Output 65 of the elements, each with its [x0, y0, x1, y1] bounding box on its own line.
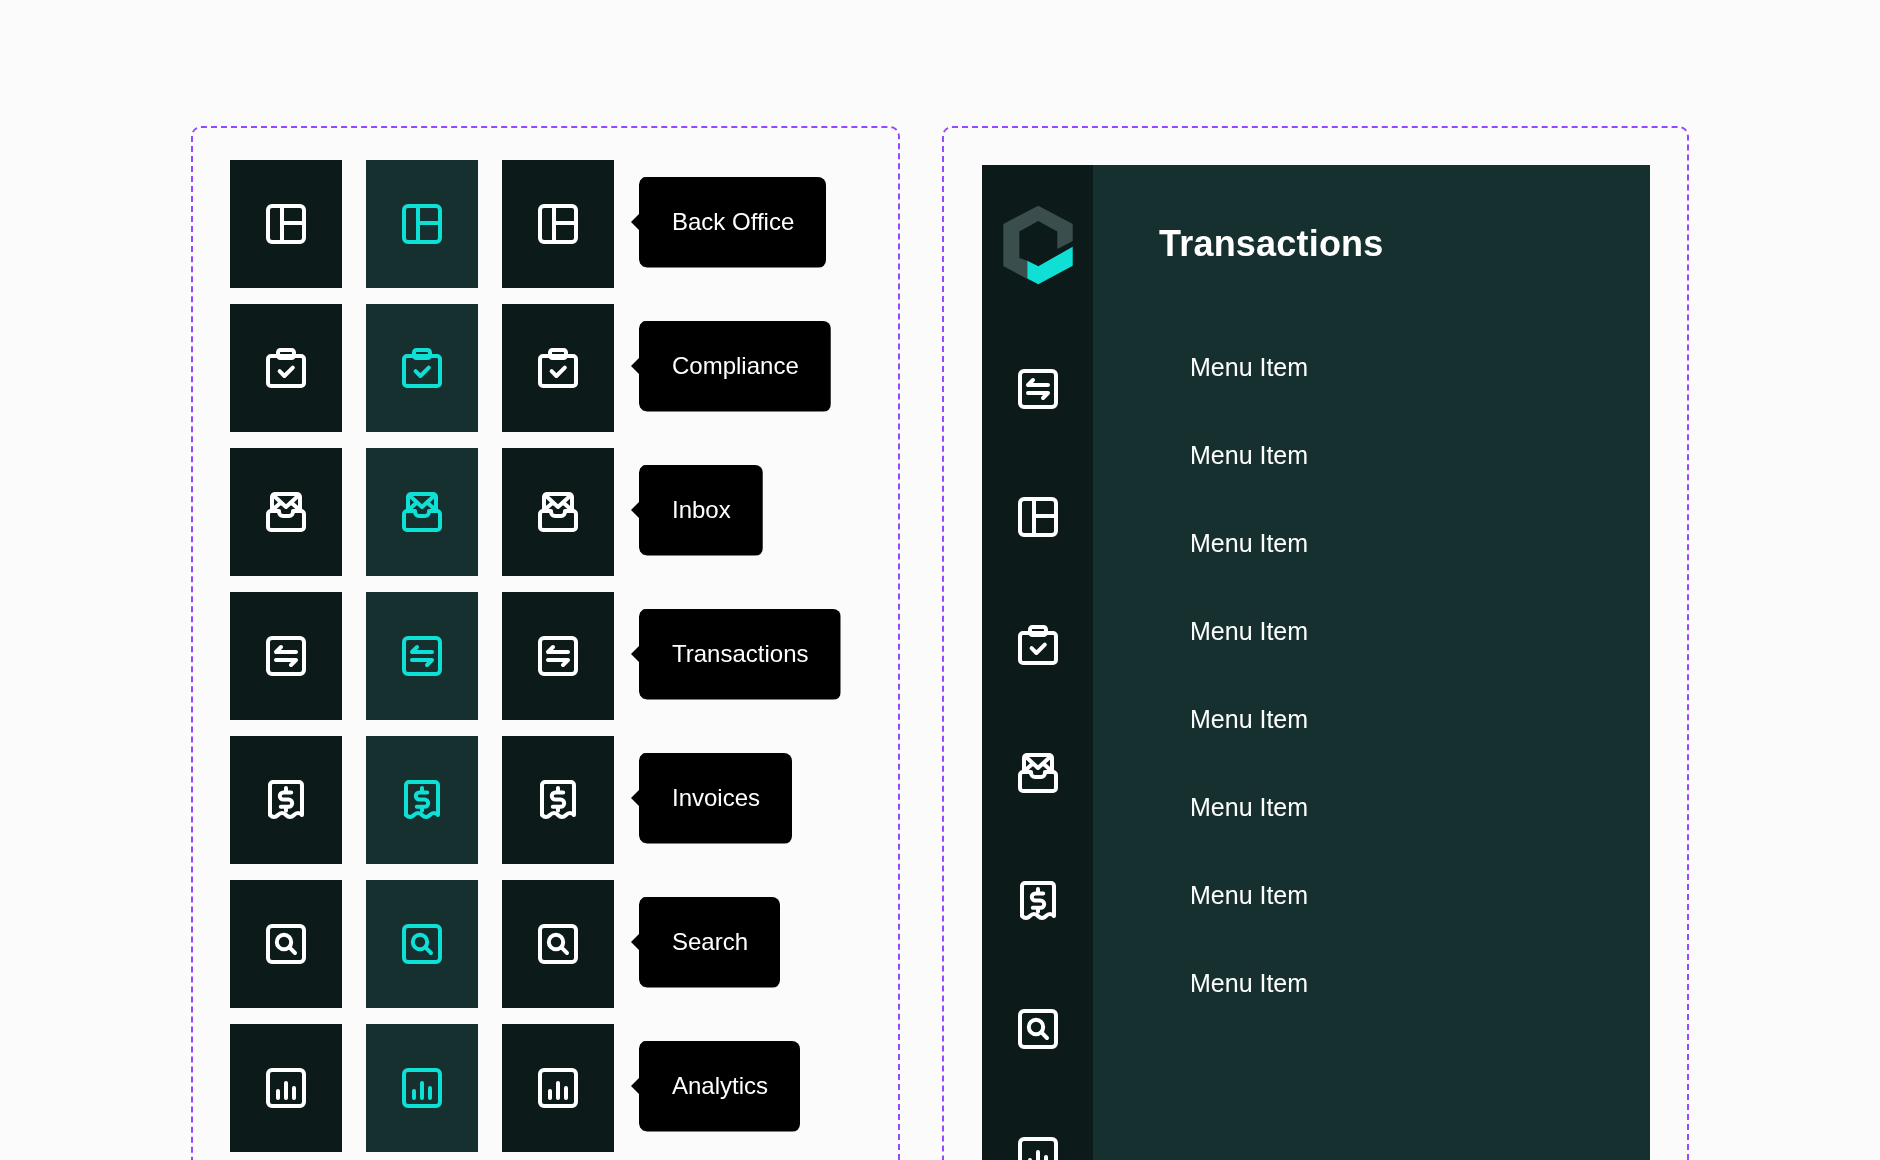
envelope-tray-icon	[402, 492, 442, 532]
tooltip: Transactions	[631, 608, 841, 700]
nav-button[interactable]	[502, 448, 614, 576]
nav-button[interactable]	[502, 160, 614, 288]
clipboard-check-icon	[402, 348, 442, 388]
nav-button[interactable]	[230, 448, 342, 576]
nav-button[interactable]	[502, 592, 614, 720]
clipboard-check-icon	[266, 348, 306, 388]
nav-button[interactable]	[366, 448, 478, 576]
clipboard-check-icon	[538, 348, 578, 388]
menu-item[interactable]: Menu Item	[1190, 880, 1309, 910]
menu-item[interactable]: Menu Item	[1190, 704, 1309, 734]
nav-button[interactable]	[230, 736, 342, 864]
swap-arrows-icon[interactable]	[1017, 369, 1058, 409]
menu-item[interactable]: Menu Item	[1190, 352, 1309, 382]
tooltip: Analytics	[631, 1040, 801, 1132]
envelope-tray-icon	[266, 492, 306, 532]
search-icon	[538, 924, 578, 964]
tooltip: Inbox	[631, 464, 763, 556]
search-icon	[266, 924, 306, 964]
nav-button[interactable]	[230, 592, 342, 720]
nav-button[interactable]	[502, 1024, 614, 1152]
nav-button[interactable]	[230, 1024, 342, 1152]
nav-button[interactable]	[366, 736, 478, 864]
bar-chart-icon	[266, 1068, 306, 1108]
layout-icon	[402, 204, 442, 244]
tooltip: Compliance	[631, 320, 831, 412]
menu-item[interactable]: Menu Item	[1190, 440, 1309, 470]
envelope-tray-icon	[538, 492, 578, 532]
dollar-receipt-icon	[538, 780, 578, 820]
nav-button[interactable]	[366, 1024, 478, 1152]
nav-button[interactable]	[366, 592, 478, 720]
clipboard-check-icon[interactable]	[1017, 625, 1058, 665]
bar-chart-icon	[402, 1068, 442, 1108]
envelope-tray-icon[interactable]	[1017, 753, 1058, 793]
nav-button[interactable]	[366, 160, 478, 288]
bar-chart-icon	[538, 1068, 578, 1108]
tooltip: Search	[631, 896, 781, 988]
search-icon	[402, 924, 442, 964]
search-icon[interactable]	[1017, 1009, 1058, 1049]
page-title: Transactions	[1159, 222, 1384, 266]
nav-button[interactable]	[502, 736, 614, 864]
menu-item[interactable]: Menu Item	[1190, 616, 1309, 646]
nav-button[interactable]	[366, 304, 478, 432]
layout-icon[interactable]	[1017, 497, 1058, 537]
nav-button[interactable]	[502, 304, 614, 432]
tooltip: Back Office	[631, 176, 827, 268]
layout-icon	[266, 204, 306, 244]
dollar-receipt-icon	[266, 780, 306, 820]
swap-arrows-icon	[538, 636, 578, 676]
logo-icon	[1002, 205, 1073, 285]
nav-button[interactable]	[502, 880, 614, 1008]
menu-item[interactable]: Menu Item	[1190, 528, 1309, 558]
menu-item[interactable]: Menu Item	[1190, 792, 1309, 822]
nav-button[interactable]	[230, 160, 342, 288]
nav-button[interactable]	[230, 880, 342, 1008]
dollar-receipt-icon[interactable]	[1017, 881, 1058, 921]
layout-icon	[538, 204, 578, 244]
dollar-receipt-icon	[402, 780, 442, 820]
swap-arrows-icon	[402, 636, 442, 676]
tooltip: Invoices	[631, 752, 793, 844]
nav-button[interactable]	[366, 880, 478, 1008]
nav-button[interactable]	[230, 304, 342, 432]
swap-arrows-icon	[266, 636, 306, 676]
menu-item[interactable]: Menu Item	[1190, 968, 1309, 998]
